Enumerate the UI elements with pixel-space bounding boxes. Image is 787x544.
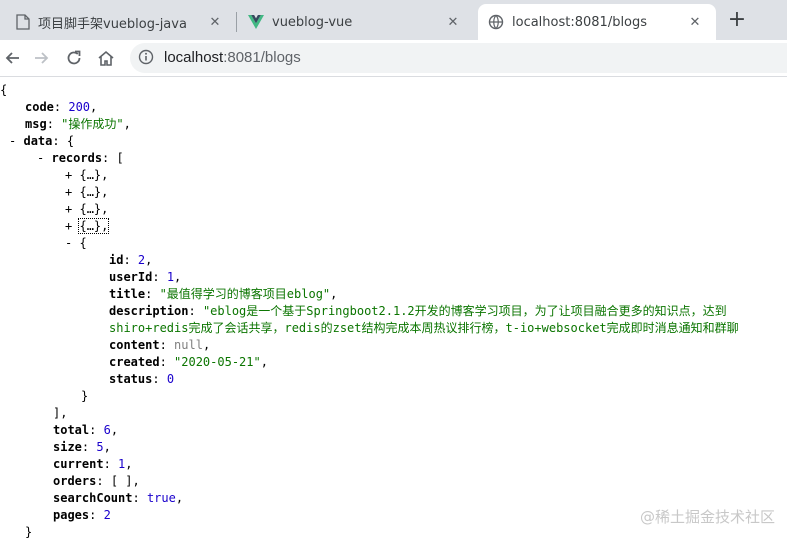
json-line-records: - records: [ bbox=[37, 151, 124, 165]
url-host: localhost bbox=[164, 49, 224, 66]
close-tab-icon[interactable]: ✕ bbox=[686, 13, 704, 31]
vue-logo-icon bbox=[248, 15, 264, 29]
json-line-description: description: "eblog是一个基于Springboot2.1.2开… bbox=[109, 304, 727, 318]
expand-toggle[interactable]: + bbox=[65, 202, 72, 216]
tab-divider bbox=[236, 12, 237, 32]
json-line-status: status: 0 bbox=[109, 372, 175, 386]
json-line-content: content: null, bbox=[109, 338, 211, 352]
json-collapsed-record: + {…}, bbox=[65, 185, 109, 199]
globe-icon bbox=[488, 14, 504, 30]
forward-icon[interactable] bbox=[30, 46, 54, 70]
collapse-toggle[interactable]: - bbox=[9, 134, 16, 148]
json-data-close: } bbox=[25, 525, 33, 539]
url-text[interactable]: localhost:8081/blogs bbox=[164, 49, 301, 66]
browser-toolbar: localhost:8081/blogs bbox=[0, 40, 787, 77]
collapse-toggle[interactable]: - bbox=[37, 151, 44, 165]
focused-item[interactable]: {…}, bbox=[78, 218, 110, 234]
expand-toggle[interactable]: + bbox=[65, 219, 72, 233]
tab-title: localhost:8081/blogs bbox=[512, 14, 648, 30]
tab-localhost-blogs[interactable]: localhost:8081/blogs ✕ bbox=[478, 4, 716, 40]
tab-vueblog-java[interactable]: 项目脚手架vueblog-java ✕ bbox=[8, 4, 236, 40]
json-line-data: - data: { bbox=[9, 134, 75, 148]
json-expanded-record: - { bbox=[65, 236, 87, 250]
tab-title: 项目脚手架vueblog-java bbox=[38, 16, 187, 32]
json-line-title: title: "最值得学习的博客项目eblog", bbox=[109, 287, 338, 301]
expand-toggle[interactable]: + bbox=[65, 185, 72, 199]
json-line-pages: pages: 2 bbox=[53, 508, 111, 522]
json-records-close: ], bbox=[53, 406, 68, 420]
close-tab-icon[interactable]: ✕ bbox=[444, 13, 462, 31]
document-icon bbox=[16, 14, 30, 30]
json-collapsed-record: + {…}, bbox=[65, 218, 110, 235]
json-root-open: { bbox=[0, 83, 8, 97]
json-line-orders: orders: [ ], bbox=[53, 474, 140, 488]
tab-vueblog-vue[interactable]: vueblog-vue ✕ bbox=[238, 4, 474, 40]
json-viewer: { code: 200, msg: "操作成功", - data: { - re… bbox=[0, 78, 787, 544]
address-bar[interactable]: localhost:8081/blogs bbox=[130, 43, 787, 73]
tab-title: vueblog-vue bbox=[272, 14, 353, 30]
reload-icon[interactable] bbox=[62, 46, 86, 70]
site-info-icon[interactable] bbox=[138, 49, 154, 69]
json-line-searchCount: searchCount: true, bbox=[53, 491, 184, 505]
expand-toggle[interactable]: + bbox=[65, 168, 72, 182]
json-collapsed-record: + {…}, bbox=[65, 202, 109, 216]
close-tab-icon[interactable]: ✕ bbox=[206, 13, 224, 31]
home-icon[interactable] bbox=[94, 46, 118, 70]
json-line-current: current: 1, bbox=[53, 457, 133, 471]
json-line-size: size: 5, bbox=[53, 440, 111, 454]
tab-strip: 项目脚手架vueblog-java ✕ vueblog-vue ✕ localh… bbox=[0, 0, 787, 40]
json-line-created: created: "2020-05-21", bbox=[109, 355, 268, 369]
new-tab-icon[interactable]: + bbox=[726, 9, 748, 32]
url-path: :8081/blogs bbox=[223, 49, 301, 66]
back-icon[interactable] bbox=[0, 46, 24, 70]
watermark: @稀土掘金技术社区 bbox=[640, 508, 776, 526]
json-record-close: } bbox=[81, 389, 89, 403]
json-line-description-wrap: shiro+redis完成了会话共享，redis的zset结构完成本周热议排行榜… bbox=[109, 321, 739, 335]
json-line-id: id: 2, bbox=[109, 253, 153, 267]
collapse-toggle[interactable]: - bbox=[65, 236, 72, 250]
json-collapsed-record: + {…}, bbox=[65, 168, 109, 182]
json-line-code: code: 200, bbox=[25, 100, 98, 114]
json-line-msg: msg: "操作成功", bbox=[25, 117, 131, 131]
json-line-total: total: 6, bbox=[53, 423, 119, 437]
json-line-userId: userId: 1, bbox=[109, 270, 182, 284]
